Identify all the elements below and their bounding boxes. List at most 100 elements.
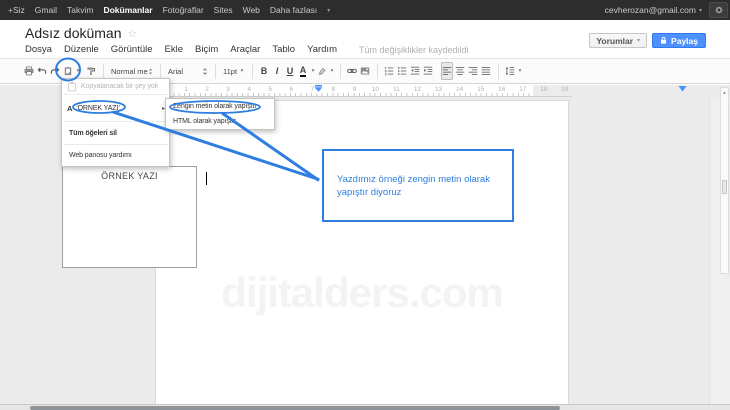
- redo-button[interactable]: [49, 62, 61, 80]
- ruler-number: 3: [226, 86, 230, 94]
- menu-item-paste-html[interactable]: HTML olarak yapıştır: [166, 114, 274, 129]
- scroll-up-icon[interactable]: ▲: [721, 90, 728, 96]
- menu-item-clipboard-entry[interactable]: A 'ÖRNEK YAZI' ▸: [62, 95, 169, 121]
- clipboard-outline-icon: [67, 81, 77, 92]
- topbar-right: cevherozan@gmail.com ▾: [605, 2, 730, 18]
- paste-submenu: Zengin metin olarak yapıştır HTML olarak…: [165, 98, 275, 130]
- horizontal-scrollbar[interactable]: [0, 404, 730, 410]
- watermark: dijitalders.com: [156, 269, 568, 317]
- chevron-down-icon: ▾: [637, 37, 640, 44]
- menu-item-clear-all[interactable]: Tüm öğeleri sil: [62, 122, 169, 144]
- align-left-button[interactable]: [441, 62, 453, 80]
- ruler-number: 11: [393, 86, 400, 94]
- clipboard-menu-arrow[interactable]: ▾: [75, 68, 81, 74]
- outdent-button[interactable]: [409, 62, 421, 80]
- menu-duzenle[interactable]: Düzenle: [64, 44, 99, 55]
- comments-button[interactable]: Yorumlar ▾: [589, 33, 647, 48]
- indent-button[interactable]: [422, 62, 434, 80]
- ruler-number: 2: [205, 86, 209, 94]
- topbar-link-dokumanlar[interactable]: Dokümanlar: [103, 5, 152, 15]
- highlight-color-button[interactable]: [316, 62, 328, 80]
- printer-icon: [24, 65, 34, 77]
- align-right-button[interactable]: [467, 62, 479, 80]
- spinner-icon: [202, 67, 208, 76]
- insert-link-button[interactable]: [346, 62, 358, 80]
- google-bar: +Siz Gmail Takvim Dokümanlar Fotoğraflar…: [0, 0, 730, 20]
- undo-button[interactable]: [36, 62, 48, 80]
- bold-button[interactable]: B: [258, 62, 270, 80]
- numbered-list-button[interactable]: [383, 62, 395, 80]
- chevron-down-icon: ▾: [699, 7, 702, 14]
- line-spacing-button[interactable]: [504, 62, 516, 80]
- menu-dosya[interactable]: Dosya: [25, 44, 52, 55]
- clipboard-icon: [63, 65, 73, 77]
- undo-icon: [37, 65, 47, 77]
- image-icon: [360, 65, 370, 77]
- highlighter-icon: [317, 65, 327, 77]
- redo-icon: [50, 65, 60, 77]
- menu-ekle[interactable]: Ekle: [165, 44, 183, 55]
- topbar-link-fotograflar[interactable]: Fotoğraflar: [163, 5, 204, 15]
- share-button[interactable]: Paylaş: [652, 33, 706, 48]
- text-color-button[interactable]: A: [297, 62, 309, 80]
- topbar-link-sites[interactable]: Sites: [214, 5, 233, 15]
- ruler-strip: 12345678910111213141516171819: [150, 85, 572, 97]
- align-center-button[interactable]: [454, 62, 466, 80]
- topbar-link-more[interactable]: Daha fazlası: [270, 5, 317, 15]
- doc-title[interactable]: Adsız doküman: [25, 25, 122, 41]
- font-dropdown[interactable]: Arial: [166, 62, 210, 80]
- vertical-scrollbar-thumb[interactable]: [722, 180, 727, 194]
- clipboard-sample-box: ÖRNEK YAZI: [62, 166, 197, 268]
- vertical-scrollbar[interactable]: ▲: [720, 87, 729, 274]
- menu-item-paste-rich-text[interactable]: Zengin metin olarak yapıştır: [166, 99, 274, 114]
- star-icon[interactable]: ☆: [128, 27, 138, 40]
- spinner-icon: [148, 67, 153, 76]
- google-services-nav: +Siz Gmail Takvim Dokümanlar Fotoğraflar…: [0, 5, 330, 15]
- left-indent-marker[interactable]: [314, 85, 323, 92]
- numbered-list-icon: [384, 65, 394, 77]
- insert-image-button[interactable]: [359, 62, 371, 80]
- ruler-number: 5: [268, 86, 272, 94]
- ruler-number: 6: [289, 86, 293, 94]
- menu-yardim[interactable]: Yardım: [307, 44, 337, 55]
- ruler-number: 16: [498, 86, 505, 94]
- link-icon: [347, 65, 357, 77]
- ruler-number: 4: [247, 86, 251, 94]
- gear-icon: [713, 4, 725, 16]
- justify-icon: [481, 65, 491, 77]
- document-page[interactable]: dijitalders.com: [155, 100, 569, 410]
- justify-button[interactable]: [480, 62, 492, 80]
- web-clipboard-menu: Kopyalanacak bir şey yok A 'ÖRNEK YAZI' …: [61, 78, 170, 167]
- ruler-number: 12: [414, 86, 421, 94]
- bullet-list-button[interactable]: [396, 62, 408, 80]
- chevron-down-icon: ▾: [327, 7, 330, 14]
- google-docs-window: +Siz Gmail Takvim Dokümanlar Fotoğraflar…: [0, 0, 730, 410]
- line-spacing-arrow[interactable]: ▾: [517, 68, 523, 74]
- ruler-numbers: 12345678910111213141516171819: [150, 85, 572, 96]
- clipboard-entry-badge: A: [67, 104, 72, 113]
- menu-item-clipboard-help[interactable]: Web panosu yardımı: [62, 145, 169, 166]
- ruler-number: 18: [540, 86, 547, 94]
- topbar-link-gmail[interactable]: Gmail: [35, 5, 57, 15]
- menu-araclar[interactable]: Araçlar: [230, 44, 260, 55]
- menu-tablo[interactable]: Tablo: [272, 44, 295, 55]
- highlight-color-arrow[interactable]: ▾: [329, 68, 335, 74]
- italic-button[interactable]: I: [271, 62, 283, 80]
- ruler-number: 13: [435, 86, 442, 94]
- ruler-number: 8: [332, 86, 336, 94]
- ruler-number: 17: [519, 86, 526, 94]
- right-margin-marker[interactable]: [678, 85, 687, 92]
- menu-bicim[interactable]: Biçim: [195, 44, 218, 55]
- horizontal-scrollbar-thumb[interactable]: [30, 406, 560, 410]
- topbar-link-takvim[interactable]: Takvim: [67, 5, 93, 15]
- font-size-dropdown[interactable]: 11pt ▾: [221, 62, 247, 80]
- print-button[interactable]: [23, 62, 35, 80]
- document-header: Adsız doküman ☆ Yorumlar ▾ Paylaş Dosya …: [0, 20, 730, 58]
- topbar-link-web[interactable]: Web: [243, 5, 260, 15]
- settings-button[interactable]: [709, 2, 728, 18]
- ruler-number: 15: [477, 86, 484, 94]
- underline-button[interactable]: U: [284, 62, 296, 80]
- topbar-link-siz[interactable]: +Siz: [8, 5, 25, 15]
- account-email[interactable]: cevherozan@gmail.com ▾: [605, 5, 702, 15]
- menu-goruntule[interactable]: Görüntüle: [111, 44, 153, 55]
